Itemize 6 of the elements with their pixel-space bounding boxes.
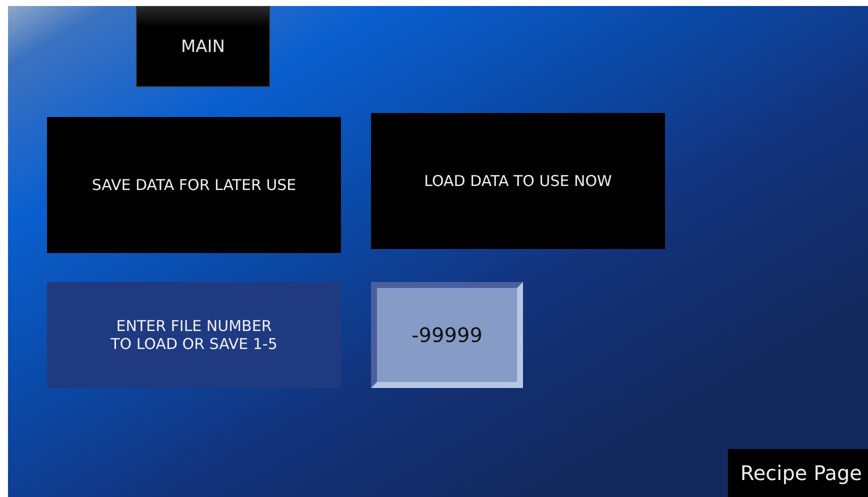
main-button[interactable]: MAIN bbox=[136, 6, 270, 87]
file-number-field[interactable]: -99999 bbox=[371, 282, 523, 388]
file-number-label: ENTER FILE NUMBER TO LOAD OR SAVE 1-5 bbox=[47, 282, 341, 388]
action-button[interactable]: SAVE DATA FOR LATER USE bbox=[47, 117, 341, 253]
action-button[interactable]: LOAD DATA TO USE NOW bbox=[371, 113, 665, 249]
page-title: Recipe Page bbox=[728, 449, 868, 497]
